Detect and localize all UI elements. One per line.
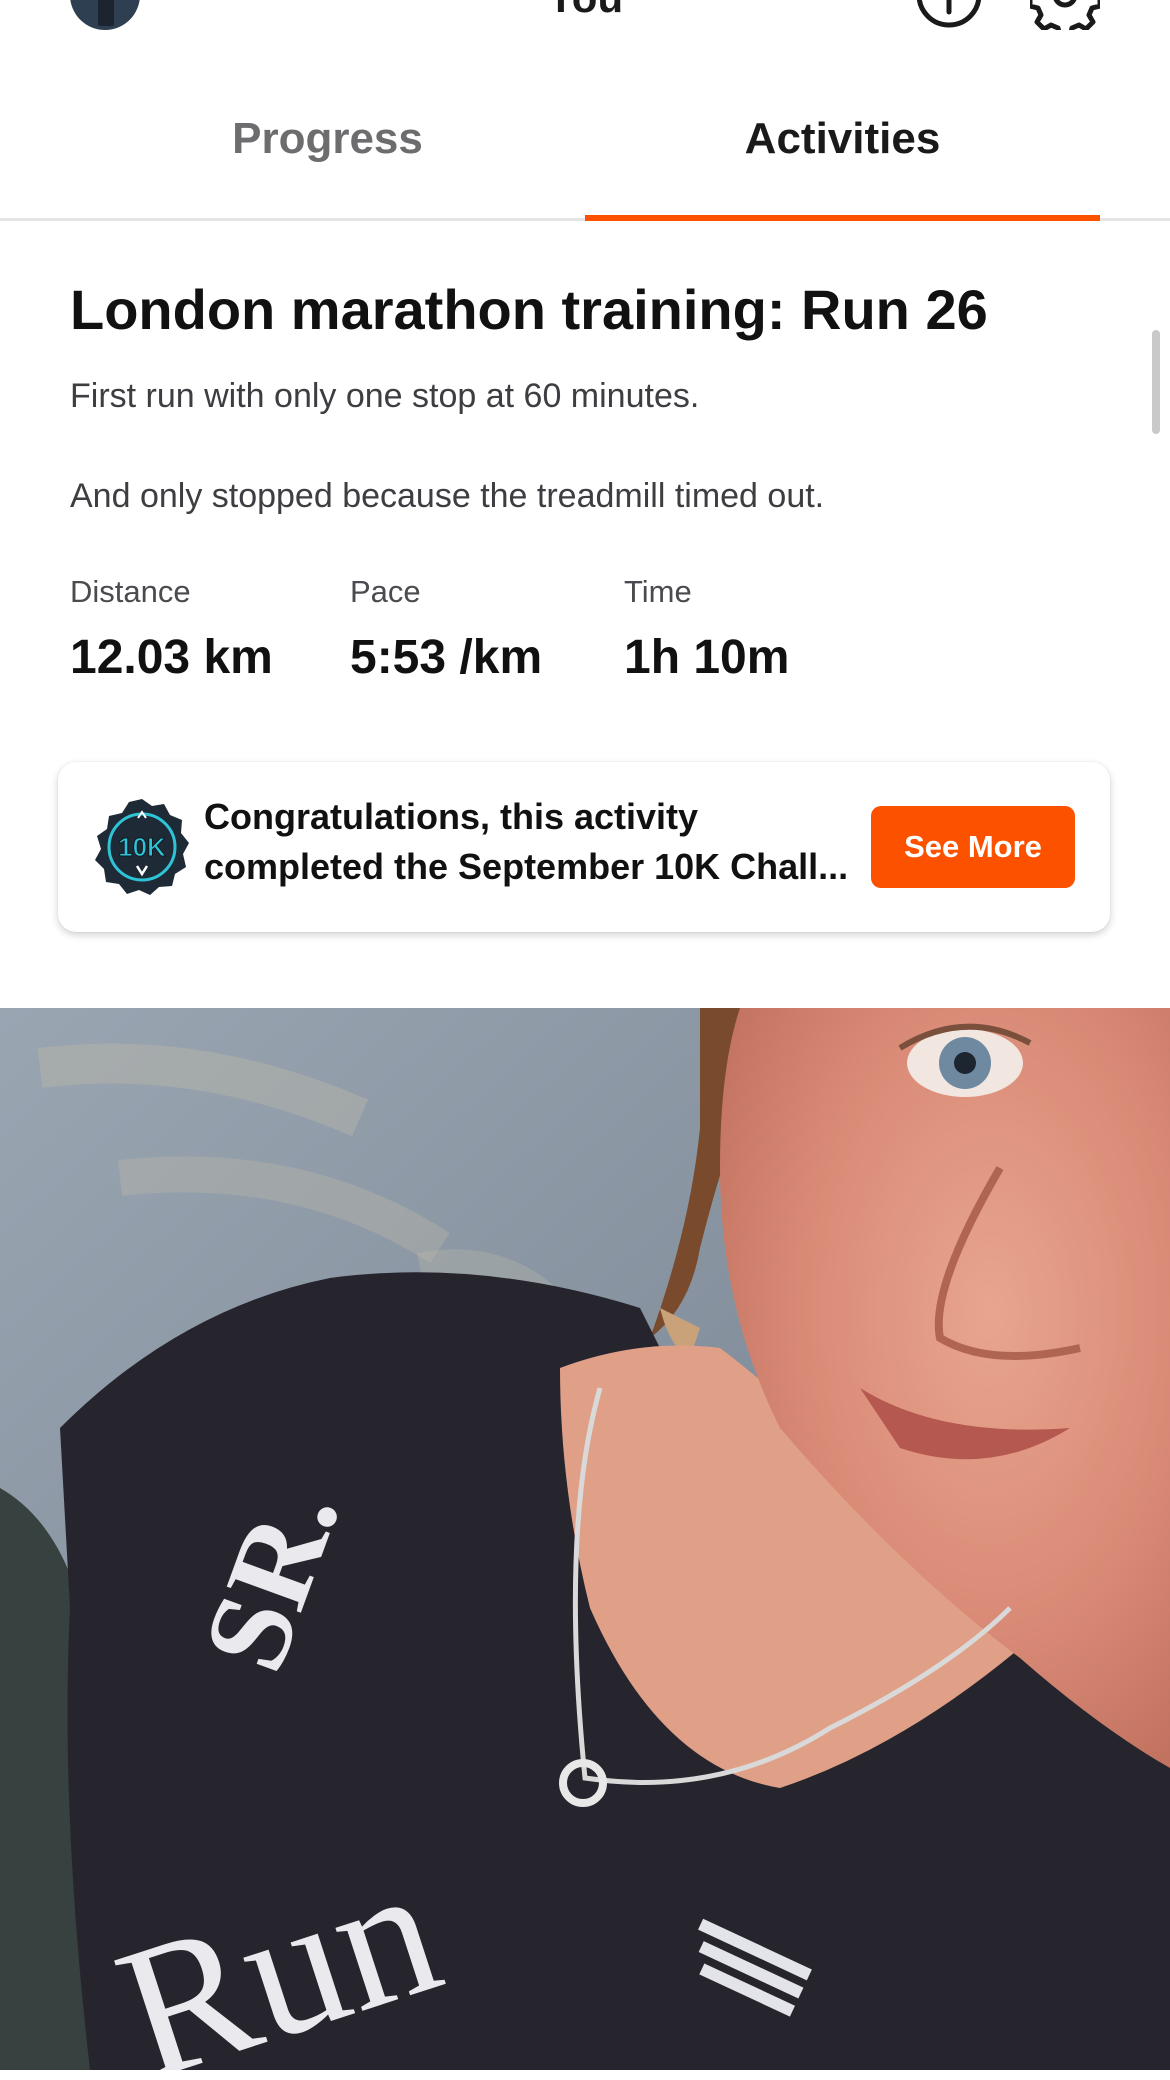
badge-text: 10K	[118, 832, 166, 862]
stat-time: Time 1h 10m	[624, 572, 789, 686]
activity-page: You Progress Activities London marathon …	[0, 0, 1170, 2080]
stat-label: Time	[624, 574, 692, 609]
achievement-card[interactable]: 10K Congratulations, this activity compl…	[58, 762, 1110, 932]
tab-progress[interactable]: Progress	[70, 60, 585, 218]
top-header: You	[0, 0, 1170, 60]
activity-description-line: And only stopped because the treadmill t…	[70, 477, 825, 515]
stat-value: 12.03 km	[70, 631, 273, 684]
stat-value: 1h 10m	[624, 631, 790, 684]
challenge-badge-icon: 10K	[95, 799, 189, 895]
stat-label: Pace	[350, 574, 421, 609]
achievement-message: Congratulations, this activity completed…	[204, 792, 864, 892]
info-icon[interactable]	[914, 0, 984, 30]
activity-description-line: First run with only one stop at 60 minut…	[70, 377, 700, 415]
tab-activities[interactable]: Activities	[585, 60, 1100, 218]
scrollbar[interactable]	[1152, 330, 1160, 434]
activity-photo[interactable]: SR. Run	[0, 1008, 1170, 2070]
gear-icon[interactable]	[1030, 0, 1100, 30]
achievement-line: Congratulations, this activity	[204, 796, 699, 837]
tab-bar: Progress Activities	[0, 60, 1170, 221]
stat-distance: Distance 12.03 km	[70, 572, 273, 686]
bottom-strip	[0, 2070, 1170, 2080]
stat-value: 5:53 /km	[350, 631, 543, 684]
active-tab-indicator	[585, 215, 1100, 221]
achievement-line: completed the September 10K Chall...	[204, 846, 849, 887]
stat-label: Distance	[70, 574, 191, 609]
stat-pace: Pace 5:53 /km	[350, 572, 542, 686]
see-more-button[interactable]: See More	[871, 806, 1075, 888]
page-title: You	[0, 0, 1170, 22]
photo-illustration: SR. Run	[0, 1008, 1170, 2070]
activity-title[interactable]: London marathon training: Run 26	[70, 278, 1130, 342]
